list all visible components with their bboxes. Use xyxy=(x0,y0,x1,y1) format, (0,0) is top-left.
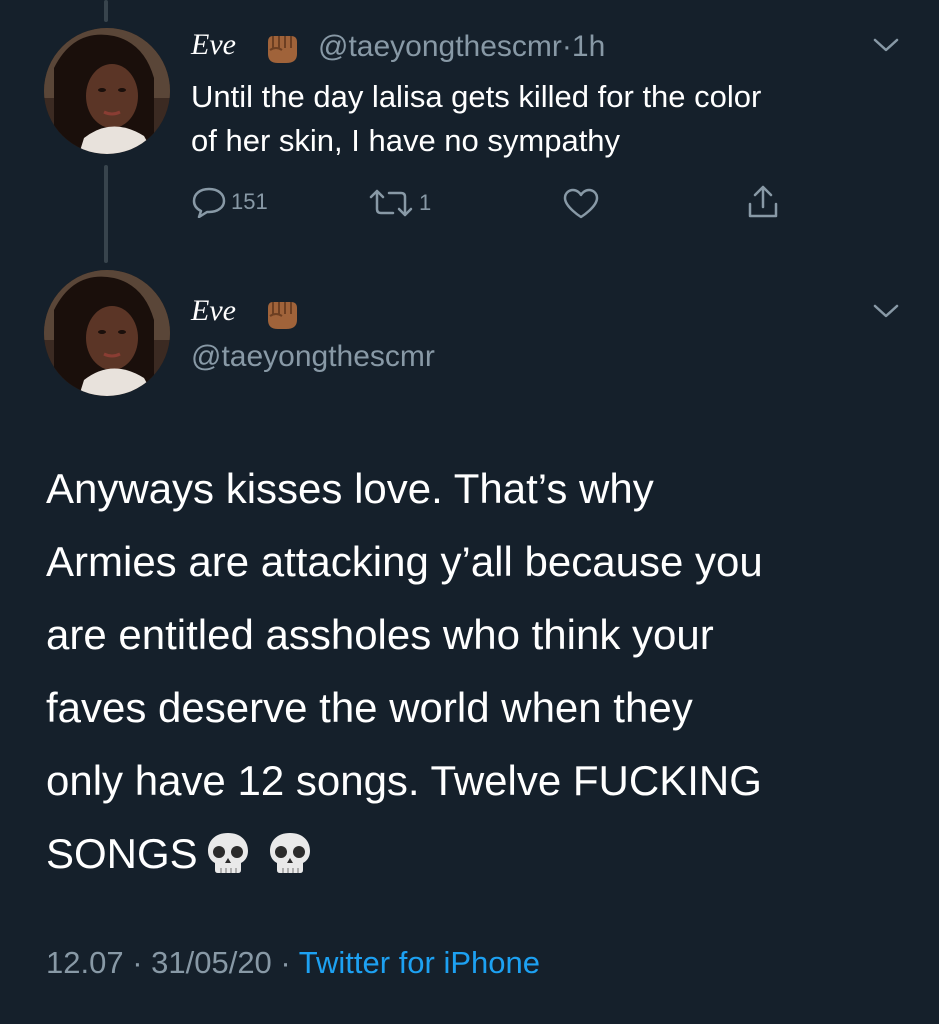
tweet-text-line: of her skin, I have no sympathy xyxy=(191,123,621,158)
display-name[interactable]: Eve xyxy=(191,294,236,328)
tweet-text-line: are entitled assholes who think your xyxy=(46,611,714,658)
reply-icon xyxy=(192,187,226,218)
retweet-count: 1 xyxy=(419,190,432,215)
tweet-text-line: Until the day lalisa gets killed for the… xyxy=(191,79,762,114)
like-button[interactable] xyxy=(562,188,604,220)
avatar-photo xyxy=(44,28,170,154)
thread-connector xyxy=(104,0,108,22)
thread-connector xyxy=(104,165,108,263)
avatar[interactable] xyxy=(44,270,170,396)
skull-emoji-icon xyxy=(207,833,248,873)
avatar-photo xyxy=(44,270,170,396)
tweet-text-line: SONGS xyxy=(46,830,198,877)
raised-fist-emoji-icon xyxy=(268,302,297,329)
raised-fist-emoji-icon xyxy=(268,36,297,63)
tweet-thread-screen: Eve @taeyongthescmr·1h Until the day lal… xyxy=(0,0,939,1024)
handle[interactable]: @taeyongthescmr xyxy=(191,340,435,374)
reply-count: 151 xyxy=(231,189,268,214)
avatar[interactable] xyxy=(44,28,170,154)
tweet-text-line: Armies are attacking y’all because you xyxy=(46,538,763,585)
handle-and-time: @taeyongthescmr·1h xyxy=(318,30,605,64)
share-button[interactable] xyxy=(746,184,784,220)
share-icon xyxy=(748,185,778,218)
timestamp[interactable]: 1h xyxy=(572,30,605,63)
main-tweet-text: Anyways kisses love. That’s why Armies a… xyxy=(46,452,906,890)
tweet-text-line: faves deserve the world when they xyxy=(46,684,693,731)
reply-button[interactable]: 151 xyxy=(191,186,268,218)
tweet-timestamp[interactable]: 12.07 · 31/05/20 · xyxy=(46,945,299,980)
tweet-text-line: only have 12 songs. Twelve FUCKING xyxy=(46,757,762,804)
retweet-button[interactable]: 1 xyxy=(367,188,431,218)
chevron-down-icon[interactable] xyxy=(872,302,900,320)
tweet-source-link[interactable]: Twitter for iPhone xyxy=(299,945,540,980)
skull-emoji-icon xyxy=(269,833,310,873)
separator: · xyxy=(561,30,572,63)
retweet-icon xyxy=(369,189,413,217)
tweet-text: Until the day lalisa gets killed for the… xyxy=(191,75,911,163)
handle[interactable]: @taeyongthescmr xyxy=(318,30,562,63)
tweet-text-line: Anyways kisses love. That’s why xyxy=(46,465,654,512)
tweet-text-last-line: SONGS xyxy=(46,817,906,890)
display-name[interactable]: Eve xyxy=(191,28,236,62)
chevron-down-icon[interactable] xyxy=(872,36,900,54)
heart-icon xyxy=(563,188,599,219)
tweet-meta: 12.07 · 31/05/20 · Twitter for iPhone xyxy=(46,945,540,981)
